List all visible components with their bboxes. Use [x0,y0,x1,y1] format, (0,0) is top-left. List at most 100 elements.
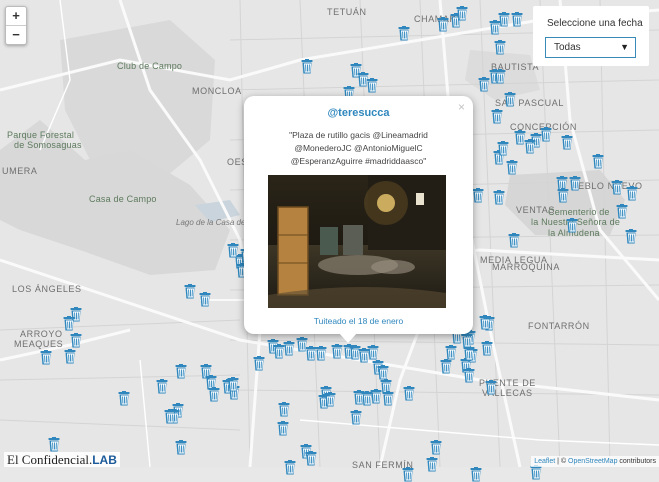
trash-bin-icon[interactable] [530,465,542,480]
trash-bin-icon[interactable] [494,40,506,55]
place-label: UMERA [2,166,38,176]
trash-bin-icon[interactable] [48,437,60,452]
trash-bin-icon[interactable] [456,6,468,21]
brand-name: El Confidencial. [7,452,92,467]
trash-bin-icon[interactable] [481,341,493,356]
trash-bin-icon[interactable] [437,17,449,32]
trash-bin-icon[interactable] [611,180,623,195]
zoom-out-button[interactable]: − [6,26,26,44]
trash-bin-icon[interactable] [524,139,536,154]
trash-bin-icon[interactable] [461,333,473,348]
trash-bin-icon[interactable] [569,176,581,191]
place-label: FONTARRÓN [528,321,590,331]
brand-lab: LAB [92,453,117,467]
trash-bin-icon[interactable] [557,188,569,203]
chevron-down-icon: ▼ [620,42,629,52]
leaflet-link[interactable]: Leaflet [534,458,555,465]
trash-bin-icon[interactable] [592,154,604,169]
trash-bin-icon[interactable] [491,109,503,124]
trash-bin-icon[interactable] [504,92,516,107]
date-filter-select[interactable]: Todas ▼ [545,37,636,58]
trash-bin-icon[interactable] [440,359,452,374]
trash-bin-icon[interactable] [445,345,457,360]
trash-bin-icon[interactable] [625,229,637,244]
place-label: MARROQUINA [492,262,560,272]
trash-bin-icon[interactable] [199,292,211,307]
trash-bin-icon[interactable] [493,190,505,205]
brand-logo: El Confidencial.LAB [4,452,120,467]
trash-bin-icon[interactable] [277,421,289,436]
trash-bin-icon[interactable] [494,69,506,84]
trash-bin-icon[interactable] [40,350,52,365]
tweet-popup: × @teresucca "Plaza de rutillo gacis @Li… [244,96,473,334]
trash-bin-icon[interactable] [156,379,168,394]
trash-bin-icon[interactable] [331,344,343,359]
trash-bin-icon[interactable] [284,460,296,475]
trash-bin-icon[interactable] [403,386,415,401]
trash-bin-icon[interactable] [463,368,475,383]
attribution-sep: | © [555,458,568,465]
place-label: MONCLOA [192,86,242,96]
trash-bin-icon[interactable] [278,402,290,417]
trash-bin-icon[interactable] [64,349,76,364]
trash-bin-icon[interactable] [175,440,187,455]
place-label: LOS ÁNGELES [12,284,82,294]
trash-bin-icon[interactable] [175,364,187,379]
trash-bin-icon[interactable] [402,467,414,482]
trash-bin-icon[interactable] [63,316,75,331]
trash-bin-icon[interactable] [498,12,510,27]
trash-bin-icon[interactable] [70,333,82,348]
trash-bin-icon[interactable] [506,160,518,175]
trash-bin-icon[interactable] [164,409,176,424]
zoom-control: + − [5,6,27,45]
trash-bin-icon[interactable] [561,135,573,150]
trash-bin-icon[interactable] [315,346,327,361]
trash-bin-icon[interactable] [478,77,490,92]
trash-bin-icon[interactable] [479,315,491,330]
trash-bin-icon[interactable] [184,284,196,299]
tweet-text: "Plaza de rutillo gacis @Lineamadrid @Mo… [264,129,453,168]
map-attribution: Leaflet | © OpenStreetMap contributors [531,456,659,467]
trash-bin-icon[interactable] [626,186,638,201]
trash-bin-icon[interactable] [208,387,220,402]
trash-bin-icon[interactable] [426,457,438,472]
trash-bin-icon[interactable] [485,380,497,395]
trash-bin-icon[interactable] [367,345,379,360]
trash-bin-icon[interactable] [227,377,239,392]
trash-bin-icon[interactable] [470,467,482,482]
trash-bin-icon[interactable] [616,204,628,219]
trash-bin-icon[interactable] [566,218,578,233]
trash-bin-icon[interactable] [382,391,394,406]
trash-bin-icon[interactable] [472,188,484,203]
trash-bin-icon[interactable] [283,341,295,356]
trash-bin-icon[interactable] [377,365,389,380]
trash-bin-icon[interactable] [430,440,442,455]
trash-bin-icon[interactable] [463,346,475,361]
trash-bin-icon[interactable] [301,59,313,74]
place-label: Casa de Campo [89,194,157,204]
trash-bin-icon[interactable] [118,391,130,406]
trash-bin-icon[interactable] [511,12,523,27]
trash-bin-icon[interactable] [227,243,239,258]
place-label: Cementerio de [548,207,610,217]
trash-bin-icon[interactable] [324,392,336,407]
popup-tip [339,333,357,343]
tweet-date-link[interactable]: Tuiteado el 18 de enero [244,316,473,326]
trash-bin-icon[interactable] [350,410,362,425]
place-label: de Somosaguas [14,140,82,150]
trash-bin-icon[interactable] [398,26,410,41]
trash-bin-icon[interactable] [508,233,520,248]
trash-bin-icon[interactable] [353,390,365,405]
trash-bin-icon[interactable] [253,356,265,371]
trash-bin-icon[interactable] [305,451,317,466]
place-label: TETUÁN [327,7,367,17]
osm-link[interactable]: OpenStreetMap [568,458,617,465]
tweet-username: @teresucca [244,107,473,119]
place-label: ARROYO [20,329,63,339]
attribution-tail: contributors [617,458,656,465]
trash-bin-icon[interactable] [497,141,509,156]
date-filter-panel: Seleccione una fecha Todas ▼ [533,6,649,66]
trash-bin-icon[interactable] [366,78,378,93]
zoom-in-button[interactable]: + [6,7,26,26]
place-label: Club de Campo [117,61,182,71]
